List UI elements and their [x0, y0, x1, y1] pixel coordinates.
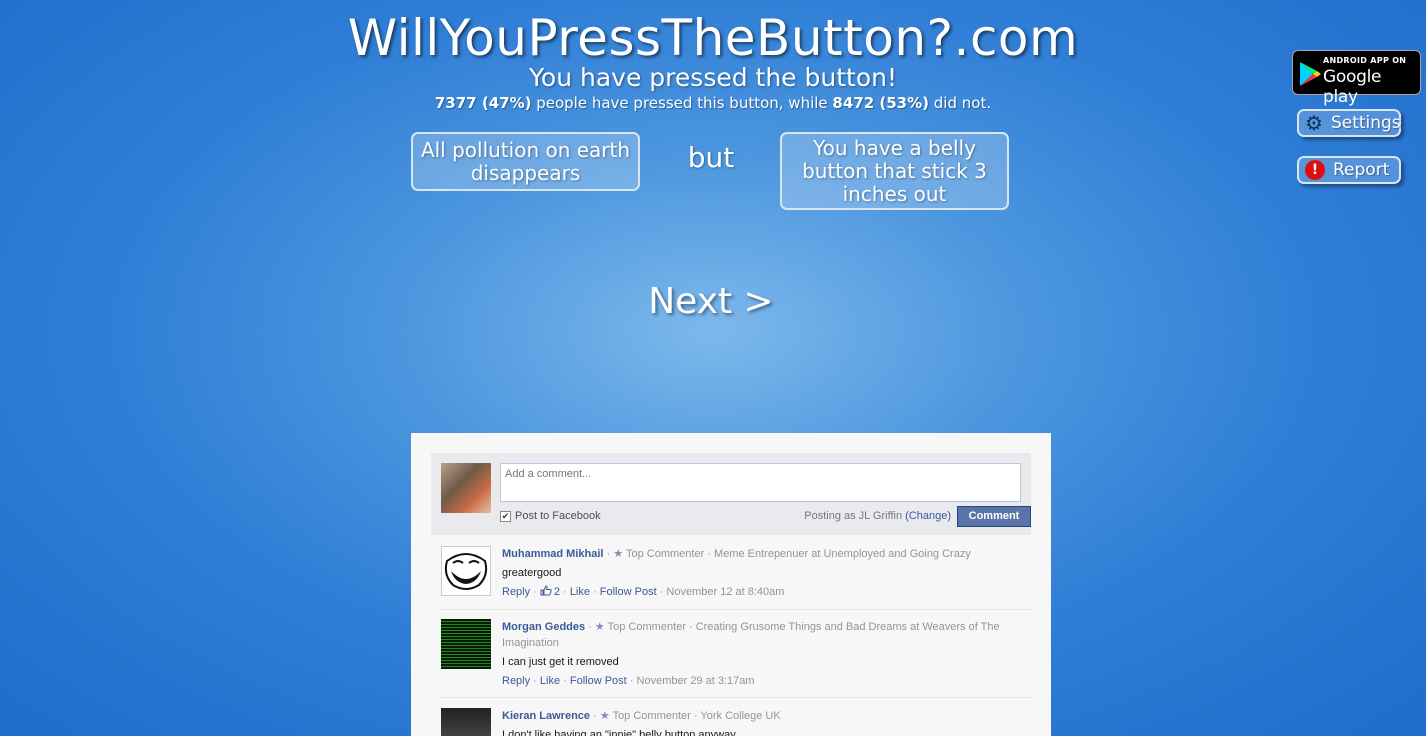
- comment-timestamp[interactable]: November 12 at 8:40am: [666, 586, 784, 598]
- star-icon: ★: [613, 548, 624, 560]
- press-stats: 7377 (47%) people have pressed this butt…: [0, 93, 1426, 113]
- commenter-badge: Top Commenter: [625, 548, 705, 560]
- like-link[interactable]: Like: [540, 675, 560, 687]
- benefit-text: All pollution on earth disappears: [420, 137, 631, 185]
- post-to-facebook-checkbox[interactable]: ✔: [500, 510, 511, 522]
- post-to-facebook-option[interactable]: ✔ Post to Facebook: [500, 510, 601, 522]
- comment-submit-button[interactable]: Comment: [957, 506, 1031, 527]
- posting-as-text: Posting as JL Griffin: [804, 510, 906, 522]
- comment-timestamp[interactable]: November 29 at 3:17am: [637, 675, 755, 687]
- comment-body: Muhammad Mikhail · ★ Top Commenter · Mem…: [502, 546, 1012, 600]
- comment-text: greatergood: [502, 567, 562, 579]
- star-icon: ★: [599, 710, 610, 722]
- gear-icon: ⚙: [1305, 111, 1323, 135]
- settings-label: Settings: [1330, 113, 1401, 133]
- facebook-comments-panel: ✔ Post to Facebook Posting as JL Griffin…: [411, 433, 1051, 736]
- comment-compose-box: ✔ Post to Facebook Posting as JL Griffin…: [431, 453, 1031, 535]
- like-link[interactable]: Like: [570, 586, 590, 598]
- commenter-bio: York College UK: [700, 710, 781, 722]
- comment-item: Muhammad Mikhail · ★ Top Commenter · Mem…: [441, 546, 1031, 610]
- google-play-icon: [1300, 62, 1321, 86]
- follow-post-link[interactable]: Follow Post: [570, 675, 627, 687]
- comment-header: Morgan Geddes · ★ Top Commenter · Creati…: [502, 621, 1000, 649]
- change-account-link[interactable]: (Change): [905, 510, 951, 522]
- comment-author[interactable]: Kieran Lawrence: [502, 710, 590, 722]
- play-badge-brand: Google play: [1323, 67, 1382, 107]
- comment-text: I can just get it removed: [502, 656, 619, 668]
- play-badge-caption: ANDROID APP ON: [1323, 56, 1407, 65]
- stats-middle-text: people have pressed this button, while: [531, 94, 833, 112]
- pressed-status: You have pressed the button!: [528, 63, 897, 92]
- consequence-text: You have a belly button that stick 3 inc…: [802, 135, 987, 206]
- comment-actions: Reply · Like · Follow Post · November 29…: [502, 675, 755, 687]
- commenter-avatar[interactable]: [441, 546, 491, 596]
- comment-header: Muhammad Mikhail · ★ Top Commenter · Mem…: [502, 548, 971, 560]
- settings-button[interactable]: ⚙ Settings: [1297, 109, 1401, 137]
- like-count[interactable]: 2: [554, 586, 560, 598]
- pressed-count: 7377 (47%): [434, 94, 532, 112]
- post-to-facebook-label: Post to Facebook: [515, 510, 601, 522]
- star-icon: ★: [594, 621, 605, 633]
- comment-text: I don't like having an "innie" belly but…: [502, 729, 736, 736]
- but-connector: but: [687, 141, 735, 174]
- stats-end-text: did not.: [929, 94, 992, 112]
- report-button[interactable]: ! Report: [1297, 156, 1401, 184]
- commenter-avatar[interactable]: [441, 619, 491, 669]
- consequence-box[interactable]: You have a belly button that stick 3 inc…: [780, 132, 1009, 210]
- next-button[interactable]: Next >: [611, 280, 811, 324]
- comment-item: Kieran Lawrence · ★ Top Commenter · York…: [441, 708, 1031, 736]
- report-label: Report: [1333, 160, 1390, 180]
- posting-as-info: Posting as JL Griffin (Change): [804, 510, 951, 522]
- troll-face-icon: [444, 553, 488, 590]
- comment-item: Morgan Geddes · ★ Top Commenter · Creati…: [441, 619, 1031, 698]
- commenter-badge: Top Commenter: [612, 710, 691, 722]
- comment-author[interactable]: Muhammad Mikhail: [502, 548, 603, 560]
- alert-icon: !: [1305, 160, 1325, 180]
- google-play-badge[interactable]: ANDROID APP ON Google play: [1292, 50, 1421, 107]
- comment-author[interactable]: Morgan Geddes: [502, 621, 585, 633]
- current-user-avatar: [441, 463, 491, 513]
- comment-input[interactable]: [500, 463, 1021, 502]
- comment-body: Kieran Lawrence · ★ Top Commenter · York…: [502, 708, 1012, 736]
- thumbs-up-icon: [540, 585, 552, 596]
- reply-link[interactable]: Reply: [502, 675, 530, 687]
- commenter-bio: Meme Entrepenuer at Unemployed and Going…: [714, 548, 971, 560]
- comment-body: Morgan Geddes · ★ Top Commenter · Creati…: [502, 619, 1012, 689]
- reply-link[interactable]: Reply: [502, 586, 530, 598]
- not-pressed-count: 8472 (53%): [832, 94, 930, 112]
- commenter-badge: Top Commenter: [607, 621, 686, 633]
- comment-actions: Reply · 2 · Like · Follow Post · Novembe…: [502, 585, 785, 598]
- benefit-box[interactable]: All pollution on earth disappears: [411, 132, 640, 191]
- comment-header: Kieran Lawrence · ★ Top Commenter · York…: [502, 710, 781, 722]
- follow-post-link[interactable]: Follow Post: [600, 586, 657, 598]
- site-title: WillYouPressTheButton?.com: [347, 9, 1079, 67]
- commenter-avatar[interactable]: [441, 708, 491, 736]
